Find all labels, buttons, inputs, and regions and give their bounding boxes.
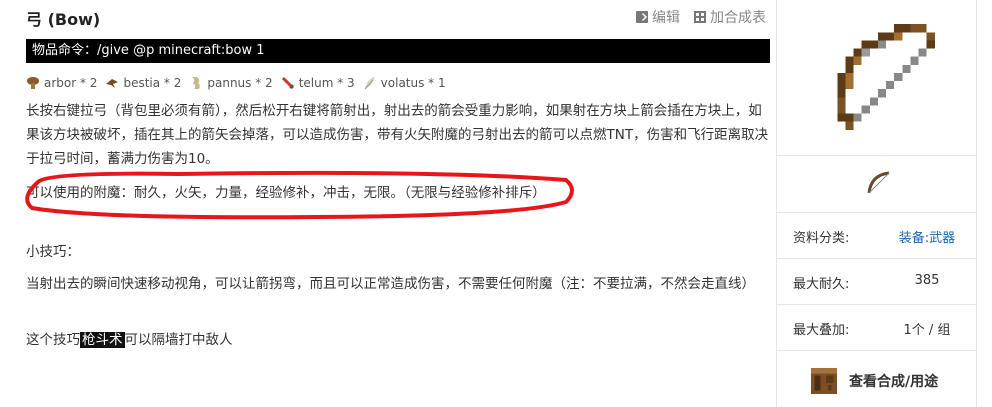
tip-paragraph-2: 这个技巧 枪斗术 可以隔墙打中敌人 [26, 328, 771, 352]
title-actions: 编辑 加合成表 [636, 7, 766, 27]
bow-small-icon [867, 171, 890, 194]
tag-bestia: bestia * 2 [105, 76, 181, 90]
info-key: 资料分类: [793, 231, 850, 246]
divider [777, 155, 977, 156]
cloth-icon [192, 77, 201, 89]
tag-pannus: pannus * 2 [189, 76, 273, 90]
info-value: 385 [914, 273, 940, 288]
edit-icon [636, 11, 648, 23]
table-icon [694, 11, 706, 23]
tag-label: volatus * 1 [380, 76, 446, 90]
info-row-durability: 最大耐久: 385 [777, 258, 977, 305]
tips-heading: 小技巧： [26, 244, 80, 260]
item-command[interactable]: 物品命令：/give @p minecraft:bow 1 [26, 39, 770, 63]
edit-label: 编辑 [652, 10, 680, 26]
info-row-stack: 最大叠加: 1个 / 组 [777, 304, 977, 351]
crafting-table-icon [810, 367, 838, 395]
add-recipe-button[interactable]: 加合成表 [694, 7, 766, 27]
info-key: 最大叠加: [793, 323, 850, 338]
add-recipe-label: 加合成表 [710, 10, 766, 26]
info-row-category: 资料分类: 装备:武器 [777, 212, 977, 259]
aspect-tags: arbor * 2 bestia * 2 pannus * 2 telum * … [26, 76, 446, 90]
mushroom-icon [27, 77, 39, 89]
tag-label: pannus * 2 [207, 76, 273, 90]
divider [777, 350, 977, 351]
description-paragraph: 长按右键拉弓（背包里必须有箭），然后松开右键将箭射出，射出去的箭会受重力影响，如… [26, 103, 769, 167]
tag-volatus: volatus * 1 [363, 76, 446, 90]
bird-icon [106, 79, 119, 88]
page-title: 弓 (Bow) [26, 10, 101, 29]
info-value: 1个 / 组 [903, 323, 951, 338]
tag-label: bestia * 2 [123, 76, 182, 90]
tip-text-before: 这个技巧 [26, 332, 80, 348]
sword-icon [281, 76, 294, 90]
category-link[interactable]: 装备:武器 [877, 227, 977, 246]
tag-telum: telum * 3 [281, 76, 355, 90]
main-content: 弓 (Bow) 编辑 加合成表 物品命令：/give @p minecraft:… [0, 0, 774, 407]
tag-arbor: arbor * 2 [26, 76, 97, 90]
tag-label: telum * 3 [298, 76, 355, 90]
tag-label: arbor * 2 [44, 76, 98, 90]
tip-text-after: 可以隔墙打中敌人 [124, 332, 233, 348]
info-key: 最大耐久: [793, 277, 850, 292]
highlighted-term: 枪斗术 [80, 332, 125, 348]
view-recipe-label: 查看合成/用途 [849, 374, 939, 390]
enchantments-paragraph: 可以使用的附魔：耐久，火矢，力量，经验修补，冲击，无限。（无限与经验修补排斥） [26, 185, 546, 201]
tip-paragraph: 当射出去的瞬间快速移动视角，可以让箭拐弯，而且可以正常造成伤害，不需要任何附魔（… [26, 276, 755, 292]
bow-icon [837, 24, 935, 130]
view-recipe-button[interactable]: 查看合成/用途 [809, 366, 938, 396]
edit-button[interactable]: 编辑 [636, 7, 680, 27]
infobox: 资料分类: 装备:武器 最大耐久: 385 最大叠加: 1个 / 组 查看合成/… [776, 0, 977, 407]
feather-icon [364, 77, 375, 90]
